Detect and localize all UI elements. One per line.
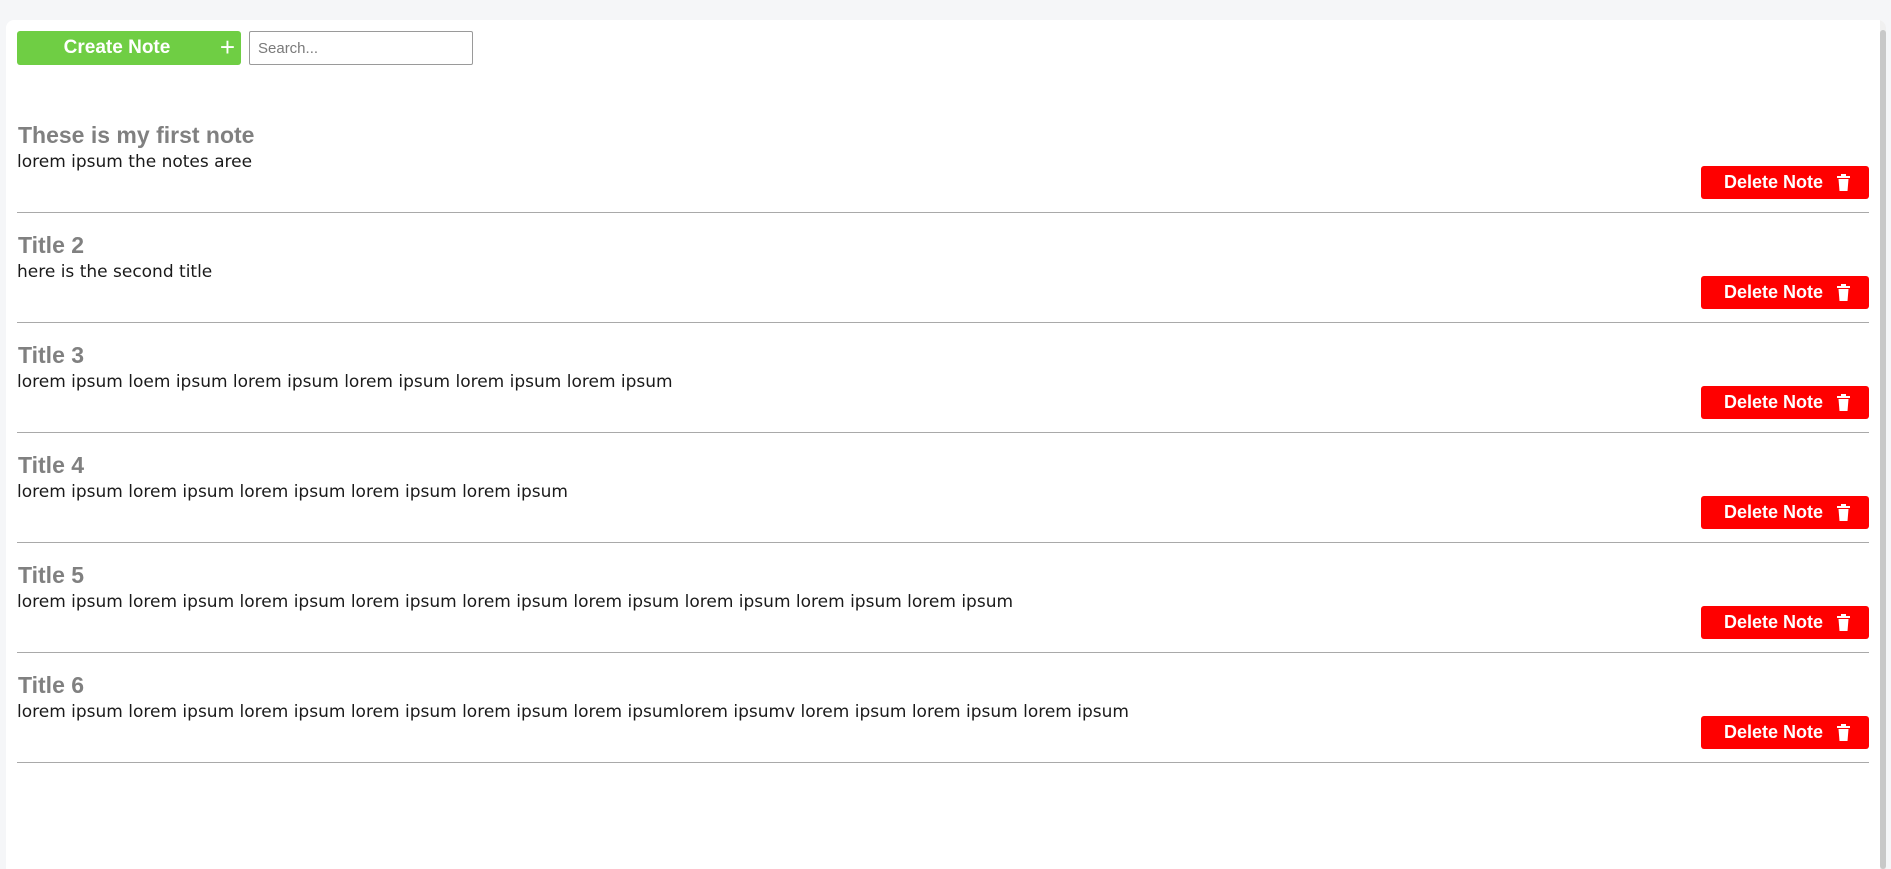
- note-body: lorem ipsum lorem ipsum lorem ipsum lore…: [17, 592, 1014, 612]
- create-note-label: Create Note: [63, 37, 171, 58]
- note-body: lorem ipsum loem ipsum lorem ipsum lorem…: [17, 372, 673, 392]
- trash-icon: [1837, 174, 1851, 191]
- delete-note-button[interactable]: Delete Note: [1701, 166, 1869, 199]
- toolbar: Create Note +: [17, 31, 473, 65]
- note-body: lorem ipsum the notes aree: [17, 152, 253, 172]
- scrollbar[interactable]: [1880, 20, 1886, 869]
- note-title: Title 5: [18, 562, 85, 588]
- trash-icon: [1837, 724, 1851, 741]
- note-item: Title 5 lorem ipsum lorem ipsum lorem ip…: [17, 543, 1869, 653]
- delete-note-label: Delete Note: [1723, 282, 1824, 302]
- note-item: These is my first note lorem ipsum the n…: [17, 103, 1869, 213]
- create-note-button[interactable]: Create Note +: [17, 31, 241, 65]
- note-body: here is the second title: [17, 262, 213, 282]
- trash-icon: [1837, 614, 1851, 631]
- trash-icon: [1837, 504, 1851, 521]
- trash-icon: [1837, 284, 1851, 301]
- delete-note-label: Delete Note: [1723, 612, 1824, 632]
- note-item: Title 6 lorem ipsum lorem ipsum lorem ip…: [17, 653, 1869, 763]
- note-title: Title 4: [18, 452, 85, 478]
- delete-note-button[interactable]: Delete Note: [1701, 496, 1869, 529]
- note-title: These is my first note: [18, 122, 255, 148]
- note-body: lorem ipsum lorem ipsum lorem ipsum lore…: [17, 702, 1129, 722]
- note-title: Title 3: [18, 342, 85, 368]
- delete-note-button[interactable]: Delete Note: [1701, 716, 1869, 749]
- note-title: Title 6: [18, 672, 85, 698]
- trash-icon: [1837, 394, 1851, 411]
- note-item: Title 2 here is the second title Delete …: [17, 213, 1869, 323]
- delete-note-label: Delete Note: [1723, 392, 1824, 412]
- note-title: Title 2: [18, 232, 85, 258]
- delete-note-button[interactable]: Delete Note: [1701, 386, 1869, 419]
- plus-icon: +: [219, 32, 235, 62]
- note-item: Title 3 lorem ipsum loem ipsum lorem ips…: [17, 323, 1869, 433]
- note-item: Title 4 lorem ipsum lorem ipsum lorem ip…: [17, 433, 1869, 543]
- delete-note-label: Delete Note: [1723, 722, 1824, 742]
- search-input[interactable]: [249, 31, 473, 65]
- note-body: lorem ipsum lorem ipsum lorem ipsum lore…: [17, 482, 568, 502]
- app-viewport: Create Note + These is my first note lor…: [6, 20, 1886, 869]
- delete-note-button[interactable]: Delete Note: [1701, 606, 1869, 639]
- notes-list: These is my first note lorem ipsum the n…: [17, 103, 1869, 763]
- scrollbar-thumb[interactable]: [1880, 30, 1886, 869]
- delete-note-label: Delete Note: [1723, 172, 1824, 192]
- delete-note-label: Delete Note: [1723, 502, 1824, 522]
- delete-note-button[interactable]: Delete Note: [1701, 276, 1869, 309]
